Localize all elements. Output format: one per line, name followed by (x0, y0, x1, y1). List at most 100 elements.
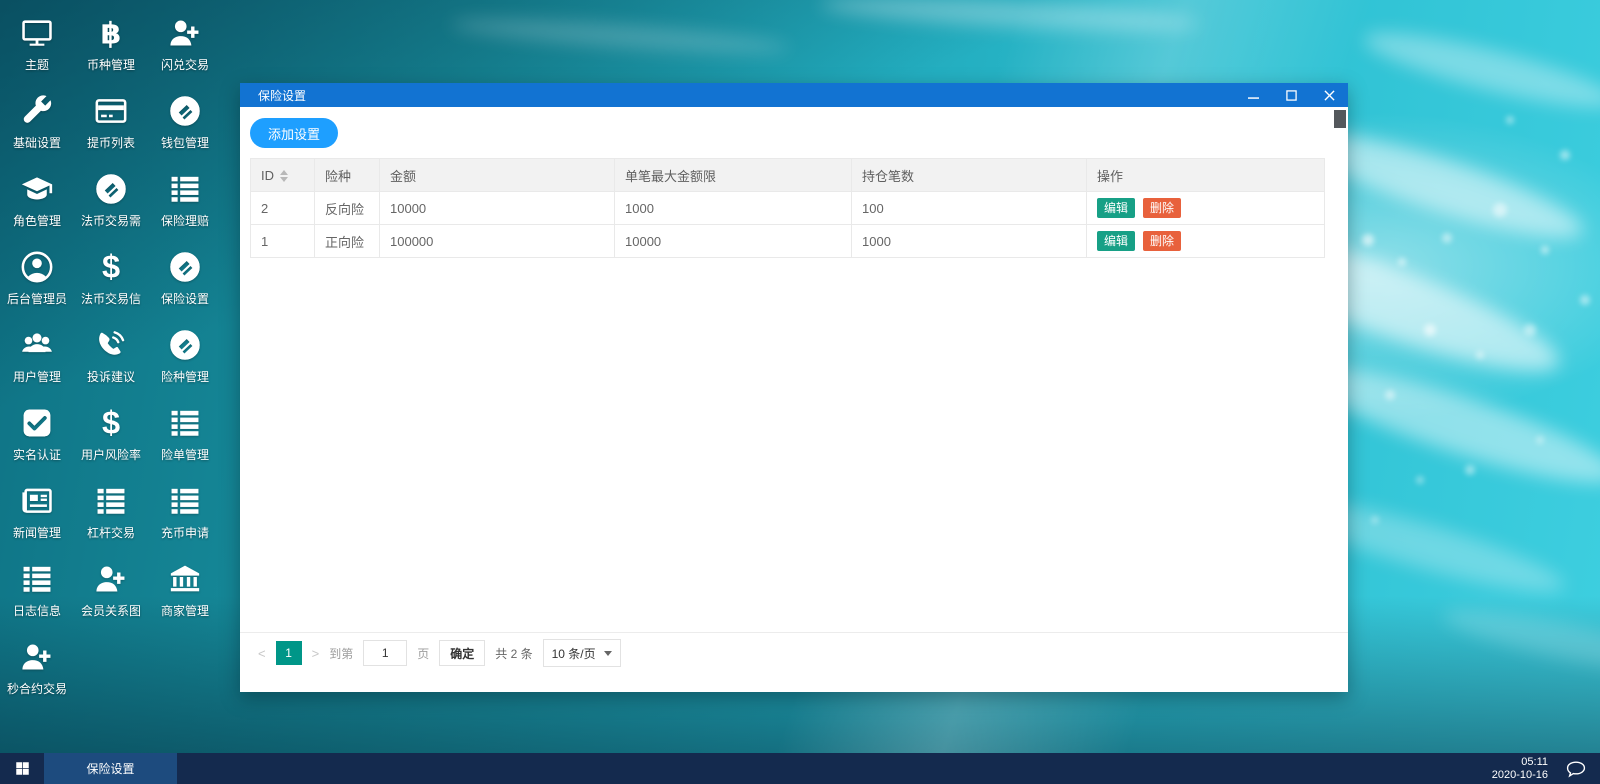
table-row: 1 正向险 100000 10000 1000 编辑 删除 (250, 224, 1325, 258)
delete-button[interactable]: 删除 (1143, 231, 1182, 251)
table-cell: 1000 (614, 191, 852, 225)
desktop-icon-充币申请[interactable]: 充币申请 (148, 474, 222, 552)
table-cell: 10000 (614, 224, 852, 258)
column-header[interactable]: ID (250, 158, 315, 192)
monitor-icon (20, 14, 54, 52)
coin-icon (94, 170, 128, 208)
dollar-icon: $ (94, 248, 128, 286)
desktop-icon-法币交易信[interactable]: $ 法币交易信 (74, 240, 148, 318)
pagination-next[interactable]: > (312, 646, 320, 661)
desktop-icon-角色管理[interactable]: 角色管理 (0, 162, 74, 240)
start-button[interactable] (0, 753, 44, 784)
desktop-icon-法币交易需[interactable]: 法币交易需 (74, 162, 148, 240)
list-icon (20, 560, 54, 598)
table-cell: 100 (851, 191, 1087, 225)
desktop-icon-label: 险种管理 (160, 370, 209, 384)
window-titlebar[interactable]: 保险设置 (240, 83, 1348, 107)
desktop-icon-基础设置[interactable]: 基础设置 (0, 84, 74, 162)
column-header: 险种 (314, 158, 380, 192)
maximize-button[interactable] (1272, 83, 1310, 107)
desktop-icon-日志信息[interactable]: 日志信息 (0, 552, 74, 630)
window-title: 保险设置 (258, 88, 307, 103)
chat-bubble-icon[interactable] (1564, 757, 1588, 781)
table-cell: 1000 (851, 224, 1087, 258)
table-cell: 2 (250, 191, 315, 225)
table-cell: 100000 (379, 224, 615, 258)
credit-card-icon (94, 92, 128, 130)
pagination-bar: < 1 > 到第 页 确定 共 2 条 10 条/页 (240, 632, 1348, 673)
users-icon (20, 326, 54, 364)
desktop-icon-label: 杠杆交易 (86, 526, 135, 540)
desktop-icon-label: 法币交易信 (80, 292, 141, 306)
desktop-icon-label: 提币列表 (86, 136, 135, 150)
desktop-icon-钱包管理[interactable]: 钱包管理 (148, 84, 222, 162)
desktop-icon-主题[interactable]: 主题 (0, 6, 74, 84)
windows-logo-icon (15, 762, 29, 775)
table-cell: 10000 (379, 191, 615, 225)
desktop-icon-grid: 主题 ฿ 币种管理 闪兑交易基础设置 提币列表 钱包管理角色管理 法币交易需 保险理赔后台管理… (0, 6, 224, 708)
desktop-icon-杠杆交易[interactable]: 杠杆交易 (74, 474, 148, 552)
list-icon (168, 482, 202, 520)
desktop-icon-币种管理[interactable]: ฿ 币种管理 (74, 6, 148, 84)
desktop-icon-label: 基础设置 (12, 136, 61, 150)
column-header: 持仓笔数 (851, 158, 1087, 192)
desktop-icon-label: 角色管理 (12, 214, 61, 228)
pagination-prev[interactable]: < (258, 646, 266, 661)
desktop-icon-label: 用户管理 (12, 370, 61, 384)
desktop-icon-实名认证[interactable]: 实名认证 (0, 396, 74, 474)
desktop-icon-label: 实名认证 (12, 448, 61, 462)
desktop-icon-新闻管理[interactable]: 新闻管理 (0, 474, 74, 552)
delete-button[interactable]: 删除 (1143, 198, 1182, 218)
column-header-label: ID (261, 167, 274, 183)
edit-button[interactable]: 编辑 (1097, 198, 1136, 218)
user-circle-icon (20, 248, 54, 286)
desktop-icon-秒合约交易[interactable]: 秒合约交易 (0, 630, 74, 708)
close-button[interactable] (1310, 83, 1348, 107)
desktop-icon-label: 新闻管理 (12, 526, 61, 540)
sort-icon[interactable] (280, 170, 288, 183)
desktop-icon-保险理赔[interactable]: 保险理赔 (148, 162, 222, 240)
taskbar-task-insurance-settings[interactable]: 保险设置 (44, 753, 177, 784)
desktop-icon-label: 闪兑交易 (160, 58, 209, 72)
desktop-icon-后台管理员[interactable]: 后台管理员 (0, 240, 74, 318)
window-controls (1234, 83, 1348, 107)
page-size-select[interactable]: 10 条/页 (542, 639, 621, 667)
desktop-icon-闪兑交易[interactable]: 闪兑交易 (148, 6, 222, 84)
coin-icon (168, 92, 202, 130)
add-setting-button[interactable]: 添加设置 (250, 118, 339, 148)
desktop-icon-险种管理[interactable]: 险种管理 (148, 318, 222, 396)
minimize-button[interactable] (1234, 83, 1272, 107)
scrollbar-thumb[interactable] (1334, 110, 1346, 128)
column-header-label: 金额 (390, 168, 417, 184)
pagination-confirm-button[interactable]: 确定 (439, 640, 486, 666)
table-cell: 1 (250, 224, 315, 258)
pagination-current-page[interactable]: 1 (275, 641, 302, 665)
desktop-icon-险单管理[interactable]: 险单管理 (148, 396, 222, 474)
bank-icon (168, 560, 202, 598)
column-header-label: 操作 (1097, 168, 1124, 184)
svg-text:฿: ฿ (101, 18, 122, 50)
pagination-total: 共 2 条 (495, 646, 533, 661)
column-header-label: 持仓笔数 (862, 168, 915, 184)
desktop-icon-用户管理[interactable]: 用户管理 (0, 318, 74, 396)
coin-icon (168, 248, 202, 286)
chevron-down-icon (603, 650, 612, 656)
desktop-icon-label: 后台管理员 (6, 292, 67, 306)
desktop-icon-提币列表[interactable]: 提币列表 (74, 84, 148, 162)
desktop-icon-会员关系图[interactable]: 会员关系图 (74, 552, 148, 630)
pagination-page-input[interactable] (363, 640, 408, 666)
desktop-icon-保险设置[interactable]: 保险设置 (148, 240, 222, 318)
newspaper-icon (20, 482, 54, 520)
edit-button[interactable]: 编辑 (1097, 231, 1136, 251)
desktop-icon-投诉建议[interactable]: 投诉建议 (74, 318, 148, 396)
desktop-icon-label: 保险理赔 (160, 214, 209, 228)
desktop-icon-label: 秒合约交易 (6, 682, 67, 696)
desktop-icon-商家管理[interactable]: 商家管理 (148, 552, 222, 630)
taskbar-clock[interactable]: 05:11 2020-10-16 (1492, 756, 1548, 782)
pagination-page-label: 页 (417, 646, 430, 661)
desktop-icon-label: 法币交易需 (80, 214, 141, 228)
column-header: 金额 (379, 158, 615, 192)
desktop-icon-用户风险率[interactable]: $ 用户风险率 (74, 396, 148, 474)
user-plus-icon (94, 560, 128, 598)
desktop-icon-label: 投诉建议 (86, 370, 135, 384)
